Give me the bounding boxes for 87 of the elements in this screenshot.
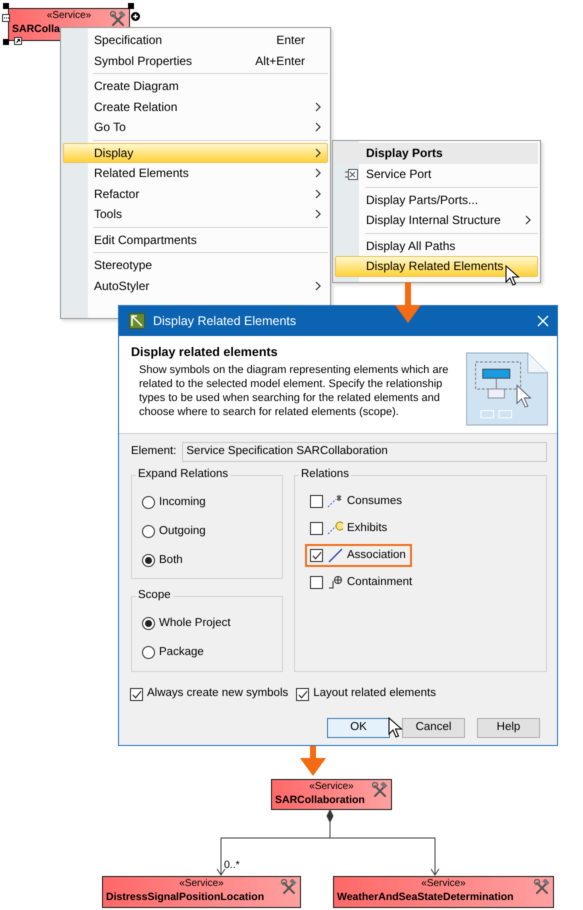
menu-item[interactable]: Display [63,142,328,163]
flow-arrow [300,746,326,776]
field-label: Element: [131,445,176,459]
check-icon [297,688,308,700]
radio-button[interactable] [142,496,155,509]
radio-label[interactable]: Incoming [159,496,206,510]
checkbox-label[interactable]: Containment [347,576,412,590]
stereotype-label: «Service» [309,781,354,792]
service-node[interactable]: «Service» SARCollaboration [271,779,392,810]
radio-button[interactable] [142,646,155,659]
checkbox[interactable] [296,688,310,700]
menu-header: Display Ports [335,143,538,164]
dialog-heading: Display related elements [131,345,279,360]
group-title: Expand Relations [136,468,230,482]
service-node[interactable]: «Service» WeatherAndSeaStateDetermination [333,876,554,908]
tools-icon [372,782,388,798]
menu-item[interactable]: Refactor [63,184,328,204]
exhibits-relation-icon [327,521,343,536]
menu-item[interactable]: Go To [63,117,328,138]
association-relation-icon [327,548,343,563]
node-name: WeatherAndSeaStateDetermination [336,890,515,904]
checkbox[interactable] [130,688,143,700]
dialog-description: Show symbols on the diagram representing elements which are related to the selected model element. Specify the relationship types to be used when searching for the related elements and choose where to search for related elements (scope). [138,363,450,419]
checkbox-label[interactable]: Layout related elements [313,687,436,701]
tools-icon [110,11,126,27]
stereotype-label: «Service» [179,878,224,889]
radio-label[interactable]: Outgoing [159,524,206,538]
menu-item[interactable]: Display Related Elements [335,256,538,276]
stereotype-label: «Service» [421,878,466,889]
add-icon[interactable] [131,12,140,21]
stereotype-label: «Service» [46,10,92,21]
checkbox[interactable] [310,522,323,535]
resize-handle[interactable] [3,3,9,9]
resize-handle[interactable] [3,39,9,45]
node-name: SARColla [11,22,61,36]
radio-label[interactable]: Package [159,646,204,660]
radio-button[interactable] [142,554,155,567]
menu-item[interactable]: Create Relation [63,96,328,117]
menu-item[interactable]: Display Internal Structure [335,210,538,230]
mouse-pointer-icon [388,717,403,738]
node-name: DistressSignalPositionLocation [105,890,266,904]
containment-relation-icon [327,575,343,590]
app-icon [129,313,145,329]
more-icon[interactable] [2,14,10,22]
radio-button[interactable] [142,525,155,538]
multiplicity-label: 0..* [224,859,240,872]
menu-item[interactable]: Display Parts/Ports... [335,190,538,210]
mouse-pointer-icon [505,265,520,286]
check-icon [131,688,142,700]
port-icon [345,168,358,181]
dialog-button[interactable]: OK [327,718,390,738]
tools-icon [534,879,550,895]
window-title: Display Related Elements [153,314,296,328]
menu-item[interactable]: AutoStyler [63,276,328,296]
dialog-button[interactable]: Help [477,718,540,738]
service-node[interactable]: «Service» DistressSignalPositionLocation [102,876,301,908]
element-field[interactable]: Service Specification SARCollaboration [182,442,547,462]
menu-item[interactable]: Edit Compartments [63,230,328,250]
shortcut-text: Enter [276,33,305,48]
checkbox-label[interactable]: Association [347,548,406,562]
checkbox-label[interactable]: Exhibits [347,522,388,536]
tools-icon [281,879,297,895]
menu-item[interactable]: Display All Paths [335,236,538,256]
dialog-button[interactable]: Cancel [402,718,465,738]
menu-item[interactable]: Create Diagram [63,76,328,96]
radio-label[interactable]: Both [159,554,183,568]
resize-handle[interactable] [128,3,134,9]
shortcut-icon[interactable] [14,37,22,45]
checkbox[interactable] [310,549,323,562]
checkbox-label[interactable]: Always create new symbols [147,687,288,701]
shortcut-text: Alt+Enter [255,54,305,68]
flow-arrow [395,282,421,323]
radio-label[interactable]: Whole Project [159,616,231,630]
checkbox[interactable] [310,495,323,508]
node-name: SARCollaboration [274,793,366,807]
checkbox[interactable] [310,576,323,589]
radio-button[interactable] [142,617,155,630]
menu-item[interactable]: Service Port [335,164,538,184]
consumes-relation-icon [327,494,343,509]
group-title: Scope [136,589,173,603]
menu-item[interactable]: Symbol Properties Alt+Enter [63,50,328,71]
menu-item[interactable]: Related Elements [63,163,328,184]
menu-item[interactable]: Stereotype [63,255,328,276]
menu-item[interactable]: Tools [63,204,328,224]
checkbox-label[interactable]: Consumes [347,494,402,508]
check-icon [311,550,322,561]
close-icon[interactable] [537,315,549,327]
